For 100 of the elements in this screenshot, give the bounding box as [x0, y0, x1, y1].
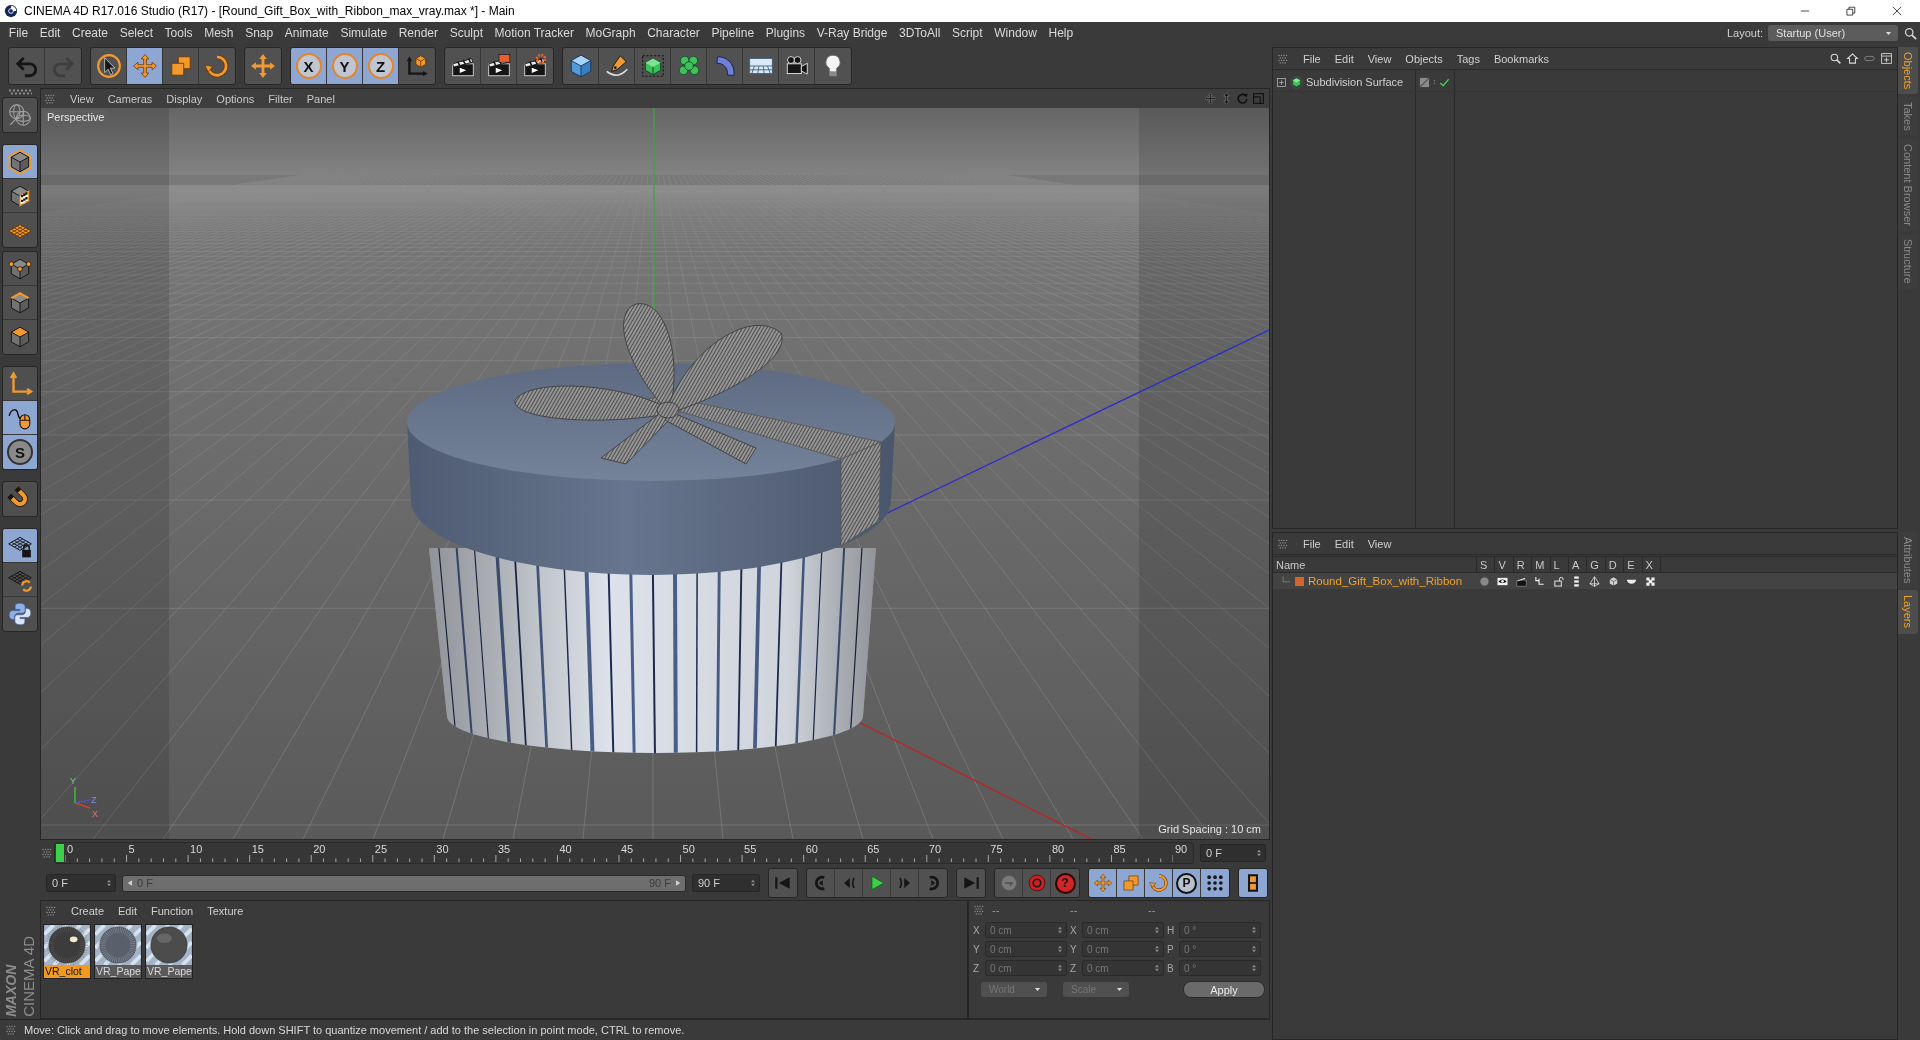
end-frame-field[interactable]: 90 F: [692, 874, 760, 892]
add-panel-icon[interactable]: [1880, 52, 1893, 65]
menu-item[interactable]: Panel: [299, 92, 342, 105]
menu-item[interactable]: Texture: [200, 905, 251, 917]
rotation-key-button[interactable]: [1145, 869, 1173, 897]
menu-item[interactable]: Help: [1042, 26, 1079, 40]
menu-item[interactable]: Filter: [261, 92, 300, 105]
model-mode-button[interactable]: [3, 145, 37, 179]
axis-label: X: [973, 924, 981, 936]
material-swatch[interactable]: VR_Pape: [94, 924, 142, 979]
menu-item[interactable]: Function: [144, 905, 201, 917]
menu-item[interactable]: Window: [988, 26, 1043, 40]
y-axis-button[interactable]: Y: [327, 48, 363, 84]
enabled-toggle[interactable]: [1439, 76, 1450, 88]
lock-workplane-button[interactable]: [3, 529, 37, 563]
menu-item[interactable]: Sculpt: [443, 26, 489, 40]
frame-label: 10: [190, 843, 203, 855]
tweak-mode-button[interactable]: [3, 401, 37, 435]
menu-item[interactable]: Tools: [158, 26, 199, 40]
scale-key-button[interactable]: [1117, 869, 1145, 897]
frame-label: 70: [928, 843, 941, 855]
axis-label: Y: [1070, 943, 1078, 955]
grip-icon: [46, 906, 56, 916]
frame-label: 55: [744, 843, 757, 855]
menu-item[interactable]: Snap: [239, 26, 279, 40]
column-header: E: [1624, 557, 1643, 572]
menu-item[interactable]: Tags: [1449, 52, 1487, 65]
menu-item[interactable]: Pipeline: [705, 26, 760, 40]
timeline-button[interactable]: [1239, 869, 1267, 897]
spinner-icon: [1153, 925, 1161, 935]
menu-item[interactable]: Motion Tracker: [488, 26, 580, 40]
start-frame-field[interactable]: 0 F: [46, 874, 116, 892]
column-header: L: [1550, 557, 1569, 572]
menu-item[interactable]: Display: [159, 92, 210, 105]
menu-item[interactable]: Bookmarks: [1486, 52, 1556, 65]
menu-item[interactable]: Plugins: [759, 26, 811, 40]
menu-item[interactable]: Edit: [1327, 537, 1361, 550]
layer-name[interactable]: Round_Gift_Box_with_Ribbon: [1308, 575, 1463, 587]
menu-item[interactable]: V-Ray Bridge: [810, 26, 894, 40]
cube-icon: [1607, 575, 1619, 587]
menu-item[interactable]: Render: [392, 26, 444, 40]
x-axis-button[interactable]: X: [291, 48, 327, 84]
side-tab[interactable]: Objects: [1898, 47, 1918, 95]
menu-item[interactable]: Mesh: [198, 26, 240, 40]
vertical-arrows-icon[interactable]: [1220, 92, 1233, 105]
axis-label: Z: [91, 795, 97, 805]
timeline-track[interactable]: 0 5 10 15 20 25 30 35 40 45 50 55 60 65 70 75 80 85 90: [54, 842, 1194, 864]
menu-item[interactable]: Options: [209, 92, 262, 105]
home-icon[interactable]: [1846, 52, 1859, 65]
menu-item[interactable]: Create: [66, 26, 114, 40]
spinner-icon: [1250, 925, 1258, 935]
point-level-button[interactable]: [1201, 869, 1229, 897]
menu-item[interactable]: Edit: [33, 26, 67, 40]
pan-arrows-icon[interactable]: [1204, 92, 1217, 105]
menu-item[interactable]: Objects: [1398, 52, 1450, 65]
move-tool-button[interactable]: [127, 48, 163, 84]
axis-label: H: [1167, 924, 1176, 936]
side-tab[interactable]: Layers: [1898, 590, 1918, 634]
object-name[interactable]: Subdivision Surface: [1306, 76, 1404, 88]
menu-item[interactable]: Edit: [111, 905, 144, 917]
layout-dropdown[interactable]: Startup (User): [1768, 25, 1898, 41]
menu-item[interactable]: Character: [641, 26, 706, 40]
column-header: X: [1642, 557, 1661, 572]
menu-item[interactable]: Select: [113, 26, 159, 40]
menu-item[interactable]: Simulate: [334, 26, 393, 40]
menu-item[interactable]: Edit: [1327, 52, 1361, 65]
solo-button[interactable]: S: [3, 435, 37, 469]
spinner-icon: [1250, 944, 1258, 954]
current-frame-field[interactable]: 0 F: [1200, 844, 1266, 862]
cube-cage-icon: [639, 53, 666, 79]
menu-item[interactable]: View: [63, 92, 101, 105]
menu-item[interactable]: Script: [946, 26, 989, 40]
menu-item[interactable]: File: [1296, 537, 1328, 550]
menu-item[interactable]: MoGraph: [579, 26, 642, 40]
menu-item[interactable]: Create: [64, 905, 112, 917]
menu-item[interactable]: File: [3, 26, 34, 40]
menu-item[interactable]: Animate: [278, 26, 335, 40]
search-icon[interactable]: [1903, 25, 1918, 41]
parameter-key-button[interactable]: P: [1173, 869, 1201, 897]
search-icon[interactable]: [1829, 52, 1842, 65]
material-sphere-icon: [44, 925, 90, 965]
axis-gizmo-drawing: [74, 786, 91, 809]
grid-spacing-label: Grid Spacing : 10 cm: [1158, 823, 1261, 835]
dots-grid-icon: [1205, 873, 1225, 893]
frame-label: 75: [990, 843, 1003, 855]
menu-item[interactable]: View: [1360, 537, 1399, 550]
material-swatch[interactable]: VR_Pape: [145, 924, 193, 979]
menu-item[interactable]: File: [1296, 52, 1328, 65]
column-header: S: [1477, 557, 1496, 572]
material-swatch[interactable]: VR_clot: [43, 924, 91, 979]
expand-toggle[interactable]: [1276, 76, 1287, 88]
position-key-button[interactable]: [1089, 869, 1117, 897]
clapperboard-icon: [1515, 575, 1527, 587]
cube-outline-icon: [7, 148, 33, 175]
menu-item[interactable]: View: [1360, 52, 1399, 65]
menu-item[interactable]: Cameras: [100, 92, 160, 105]
company-logo-text: MAXON: [3, 963, 19, 1017]
menu-item[interactable]: 3DToAll: [893, 26, 947, 40]
z-axis-button[interactable]: Z: [363, 48, 399, 84]
move-icon: [1092, 873, 1113, 893]
